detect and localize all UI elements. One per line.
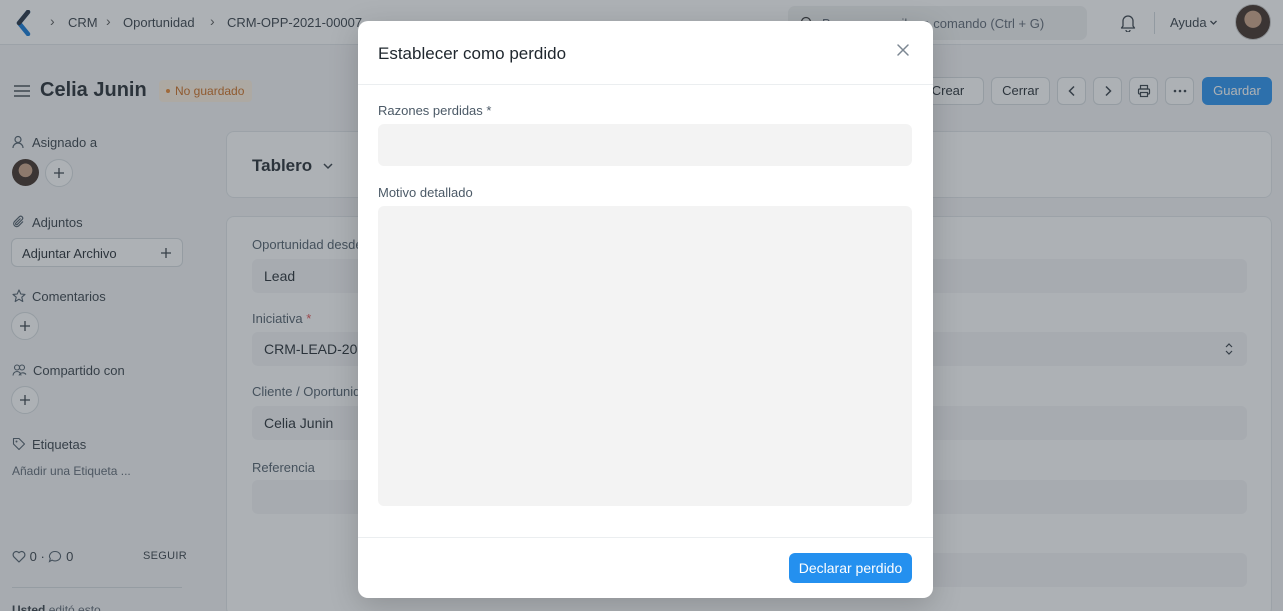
- modal-title: Establecer como perdido: [378, 44, 567, 63]
- modal-footer-divider: [358, 537, 933, 538]
- declare-lost-button[interactable]: Declarar perdido: [789, 553, 912, 583]
- close-icon[interactable]: [894, 41, 912, 59]
- set-lost-dialog: Establecer como perdido Razones perdidas…: [358, 21, 933, 598]
- lost-reasons-input[interactable]: [378, 124, 912, 166]
- detailed-reason-textarea[interactable]: [378, 206, 912, 506]
- modal-header-divider: [358, 84, 933, 85]
- lost-reasons-label: Razones perdidas *: [378, 103, 492, 118]
- detailed-reason-label: Motivo detallado: [378, 185, 473, 200]
